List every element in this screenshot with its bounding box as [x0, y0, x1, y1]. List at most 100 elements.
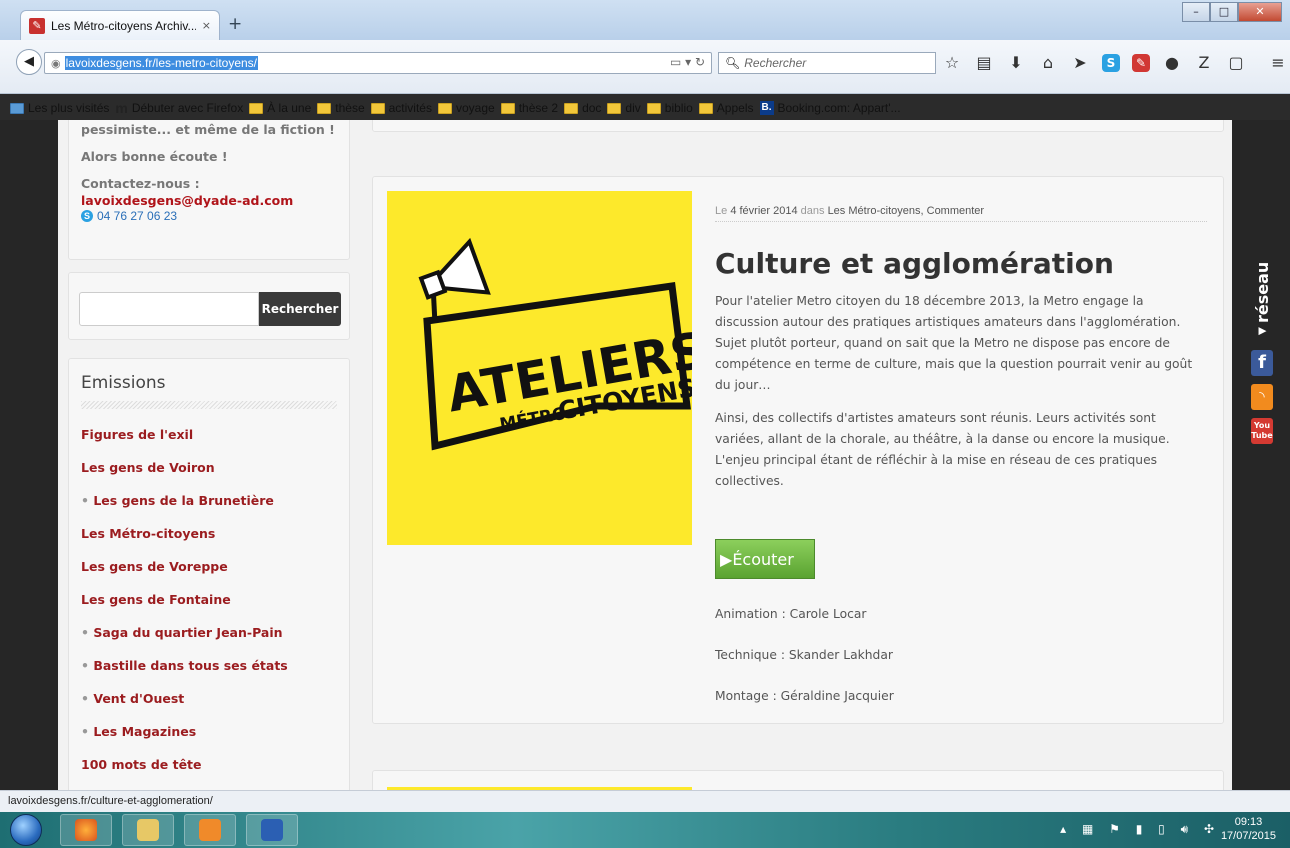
youtube-icon[interactable]: You Tube: [1251, 418, 1273, 444]
emission-sublink[interactable]: Saga du quartier Jean-Pain: [81, 625, 337, 658]
site-search-button[interactable]: Rechercher: [259, 292, 341, 326]
minimize-button[interactable]: –: [1182, 2, 1210, 22]
site-search-input[interactable]: [79, 292, 259, 326]
emissions-widget: Emissions Figures de l'exil Les gens de …: [68, 358, 350, 790]
post-title[interactable]: Culture et agglomération: [715, 247, 1114, 280]
contact-label: Contactez-nous :: [81, 176, 200, 191]
ateliers-logo-image: ATELIERS MÉTRO CITOYENS: [418, 237, 692, 451]
post-category-link[interactable]: Les Métro-citoyens: [828, 205, 921, 217]
windows-taskbar: ▴ ▦ ⚑ ▮ ▯ 🔊︎ ✣ 09:13 17/07/2015: [0, 812, 1290, 848]
page-content: pessimiste... et même de la fiction ! Al…: [58, 120, 1232, 790]
listen-button[interactable]: ▶ Écouter: [715, 539, 815, 579]
emission-link[interactable]: Les Métro-citoyens: [81, 526, 337, 559]
reader-reload-icons[interactable]: ▭ ▾ ↻: [670, 55, 705, 69]
tab-close-icon[interactable]: ×: [202, 19, 211, 32]
emission-sublink[interactable]: Les gens de la Brunetière: [81, 493, 337, 526]
bookmark-booking[interactable]: B. Booking.com: Appart'...: [759, 101, 901, 115]
bookmark-icon: [10, 102, 24, 114]
maximize-button[interactable]: □: [1210, 2, 1238, 22]
start-button-icon[interactable]: [10, 814, 42, 846]
system-clock[interactable]: 09:13 17/07/2015: [1221, 815, 1276, 843]
back-button[interactable]: ◀: [16, 49, 42, 75]
emission-sublink[interactable]: Vent d'Ouest: [81, 691, 337, 724]
search-bar[interactable]: 🔍︎ Rechercher: [718, 52, 936, 74]
emission-link[interactable]: Les gens de Voiron: [81, 460, 337, 493]
rss-folder-icon: [249, 102, 264, 114]
bookmark-activites[interactable]: activités: [370, 101, 432, 115]
toolbar-icons: ☆ ▤ ⬇ ⌂ ➤ S ✎ ● Z ▢ ≡: [942, 52, 1288, 74]
site-favicon-icon: ✎: [29, 17, 45, 34]
bookmark-div[interactable]: div: [607, 101, 641, 115]
emission-link[interactable]: Figures de l'exil: [81, 427, 337, 460]
bookmark-most-visited[interactable]: Les plus visités: [10, 101, 109, 115]
pocket-icon[interactable]: ▢: [1226, 52, 1246, 74]
social-sidebar: ◂réseau f ◝ You Tube: [1250, 236, 1274, 444]
send-icon[interactable]: ➤: [1070, 52, 1090, 74]
system-tray-icons[interactable]: ▴ ▦ ⚑ ▮ ▯ 🔊︎ ✣: [1060, 822, 1220, 837]
address-bar[interactable]: ◉ lavoixdesgens.fr/les-metro-citoyens/ ▭…: [44, 52, 712, 74]
booking-icon: B.: [759, 101, 774, 115]
bookmark-getting-started[interactable]: m Débuter avec Firefox: [115, 100, 243, 116]
post-thumbnail[interactable]: ATELIERS MÉTRO CITOYENS: [387, 191, 692, 545]
facebook-icon[interactable]: f: [1251, 350, 1273, 376]
folder-icon: [607, 102, 622, 114]
bookmarks-list-icon[interactable]: ▤: [974, 52, 994, 74]
download-icon[interactable]: ⬇: [1006, 52, 1026, 74]
post-article: ATELIERS MÉTRO CITOYENS Le 4 février 201…: [372, 176, 1224, 724]
menu-icon[interactable]: ≡: [1268, 52, 1288, 74]
taskbar-word[interactable]: [246, 814, 298, 846]
search-bar-placeholder: Rechercher: [744, 56, 807, 70]
browser-tab-active[interactable]: ✎ Les Métro-citoyens Archiv... ×: [20, 10, 220, 40]
rss-icon[interactable]: ◝: [1251, 384, 1273, 410]
title-divider: [81, 401, 337, 409]
site-identity-icon[interactable]: ◉: [51, 57, 61, 70]
new-tab-button[interactable]: +: [228, 14, 242, 34]
bookmark-these[interactable]: thèse: [317, 101, 365, 115]
rss-folder-icon: [698, 102, 713, 114]
status-url: lavoixdesgens.fr/culture-et-agglomeratio…: [8, 795, 213, 807]
skype-icon[interactable]: S: [1102, 54, 1120, 72]
folder-icon: [500, 102, 515, 114]
status-bar: lavoixdesgens.fr/culture-et-agglomeratio…: [0, 790, 1290, 812]
close-window-button[interactable]: ✕: [1238, 2, 1282, 22]
browser-titlebar: ✎ Les Métro-citoyens Archiv... × + – □ ✕: [0, 0, 1290, 40]
taskbar-explorer[interactable]: [122, 814, 174, 846]
emission-sublink[interactable]: Bastille dans tous ses états: [81, 658, 337, 691]
intro-tail-text: pessimiste... et même de la fiction !: [81, 122, 335, 137]
mozilla-icon: m: [115, 100, 128, 116]
post-date: 4 février 2014: [730, 205, 798, 217]
home-icon[interactable]: ⌂: [1038, 52, 1058, 74]
contact-email-link[interactable]: lavoixdesgens@dyade-ad.com: [81, 192, 337, 209]
emission-sublink[interactable]: Les Magazines: [81, 724, 337, 757]
post-paragraph: Ainsi, des collectifs d'artistes amateur…: [715, 411, 1170, 488]
bookmark-doc[interactable]: doc: [564, 101, 601, 115]
folder-icon: [646, 102, 661, 114]
taskbar-media-player[interactable]: [184, 814, 236, 846]
emission-link[interactable]: Les gens de Fontaine: [81, 592, 337, 625]
window-controls: – □ ✕: [1182, 2, 1282, 22]
contact-phone-link[interactable]: S 04 76 27 06 23: [81, 209, 337, 223]
tab-title: Les Métro-citoyens Archiv...: [51, 18, 196, 33]
taskbar-firefox[interactable]: [60, 814, 112, 846]
post-comment-link[interactable]: Commenter: [927, 205, 984, 217]
skype-icon: S: [81, 210, 93, 222]
zotero-icon[interactable]: Z: [1194, 52, 1214, 74]
post-meta: Le 4 février 2014 dans Les Métro-citoyen…: [715, 205, 1207, 222]
emissions-title: Emissions: [81, 373, 166, 393]
bookmark-voyage[interactable]: voyage: [437, 101, 495, 115]
bookmark-appels[interactable]: Appels: [698, 101, 754, 115]
addon-icon[interactable]: ✎: [1132, 54, 1150, 72]
bookmarks-toolbar: Les plus visités m Débuter avec Firefox À…: [0, 96, 1290, 120]
emission-link[interactable]: Les gens de Voreppe: [81, 559, 337, 592]
bookmark-biblio[interactable]: biblio: [646, 101, 693, 115]
post-body: Pour l'atelier Metro citoyen du 18 décem…: [715, 291, 1199, 504]
chat-icon[interactable]: ●: [1162, 52, 1182, 74]
bookmark-a-la-une[interactable]: À la une: [249, 101, 311, 115]
bookmark-these-2[interactable]: thèse 2: [500, 101, 558, 115]
contact-phone-number: 04 76 27 06 23: [97, 209, 178, 223]
post-credits: Animation : Carole Locar Technique : Ska…: [715, 607, 894, 730]
bookmark-star-icon[interactable]: ☆: [942, 52, 962, 74]
folder-icon: [317, 102, 332, 114]
emission-link[interactable]: 100 mots de tête: [81, 757, 337, 790]
reseau-label[interactable]: ◂réseau: [1253, 236, 1272, 342]
